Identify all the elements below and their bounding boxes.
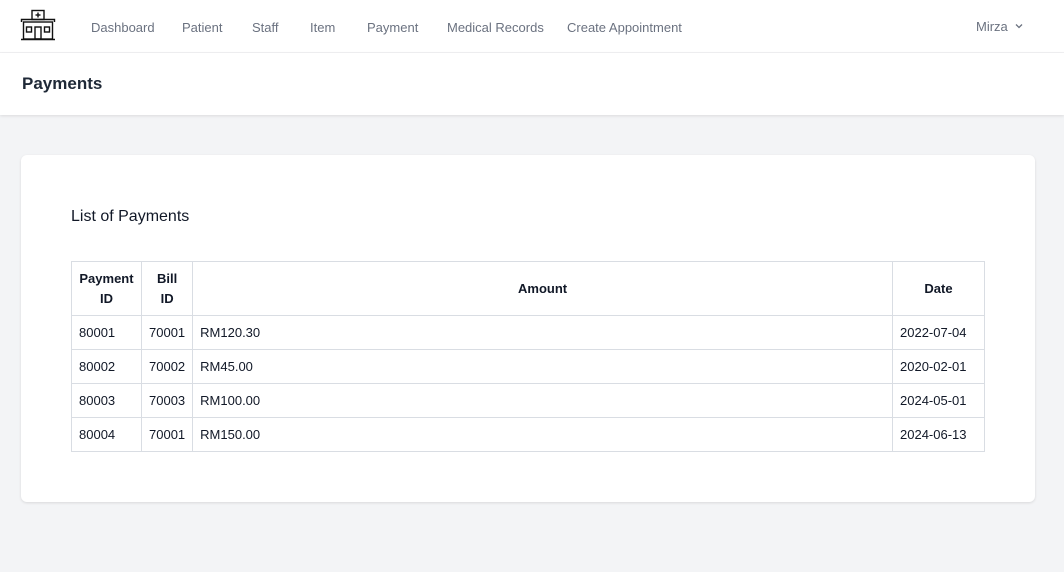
table-row: 80004 70001 RM150.00 2024-06-13 — [71, 417, 985, 452]
cell-date: 2024-06-13 — [892, 417, 985, 452]
header-payment-id-line2: ID — [100, 290, 113, 306]
nav-item[interactable]: Item — [310, 19, 335, 36]
cell-payment-id: 80004 — [71, 417, 142, 452]
cell-bill-id: 70003 — [140, 383, 194, 418]
cell-date: 2022-07-04 — [892, 315, 985, 350]
cell-date: 2024-05-01 — [892, 383, 985, 418]
header-payment-id-line1: Payment — [79, 270, 134, 286]
cell-bill-id: 70001 — [140, 417, 194, 452]
header-bill-id-line1: Bill — [156, 270, 178, 286]
cell-date: 2020-02-01 — [892, 349, 985, 384]
header-date: Date — [892, 261, 985, 316]
cell-payment-id: 80001 — [71, 315, 142, 350]
card-title: List of Payments — [71, 208, 190, 225]
nav-patient[interactable]: Patient — [182, 19, 222, 36]
cell-payment-id: 80002 — [71, 349, 142, 384]
cell-bill-id: 70002 — [140, 349, 194, 384]
table-row: 80001 70001 RM120.30 2022-07-04 — [71, 315, 985, 350]
top-navigation: Dashboard Patient Staff Item Payment Med… — [0, 0, 1064, 53]
table-header-row: Payment ID Bill ID Amount Date — [71, 261, 985, 316]
cell-amount: RM120.30 — [192, 315, 893, 350]
cell-amount: RM150.00 — [192, 417, 893, 452]
table-row: 80003 70003 RM100.00 2024-05-01 — [71, 383, 985, 418]
nav-medical-records[interactable]: Medical Records — [447, 19, 544, 36]
user-name: Mirza — [976, 18, 1008, 34]
nav-staff[interactable]: Staff — [252, 19, 279, 36]
page-title: Payments — [22, 74, 103, 93]
payments-table: Payment ID Bill ID Amount Date 80001 700… — [71, 261, 985, 452]
cell-amount: RM100.00 — [192, 383, 893, 418]
header-amount: Amount — [192, 261, 893, 316]
table-row: 80002 70002 RM45.00 2020-02-01 — [71, 349, 985, 384]
header-bill-id-line2: ID — [160, 290, 174, 306]
cell-payment-id: 80003 — [71, 383, 142, 418]
nav-payment[interactable]: Payment — [367, 19, 418, 36]
header-bill-id: Bill ID — [140, 261, 194, 316]
page-header: Payments — [0, 53, 1064, 115]
cell-bill-id: 70001 — [140, 315, 194, 350]
user-menu[interactable]: Mirza — [976, 17, 1024, 35]
payments-card: List of Payments Payment ID Bill ID Amou… — [21, 155, 1035, 502]
cell-amount: RM45.00 — [192, 349, 893, 384]
nav-create-appointment[interactable]: Create Appointment — [567, 19, 682, 36]
chevron-down-icon — [1015, 24, 1023, 29]
hospital-icon[interactable] — [20, 9, 56, 42]
nav-dashboard[interactable]: Dashboard — [91, 19, 155, 36]
header-payment-id: Payment ID — [71, 261, 142, 316]
